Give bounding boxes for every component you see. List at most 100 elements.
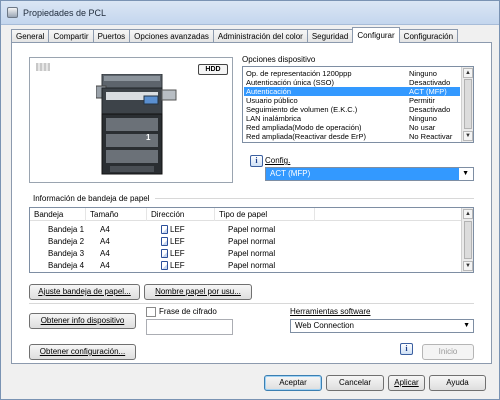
cell-paper-type: Papel normal	[228, 237, 276, 246]
option-name: Autenticación única (SSO)	[246, 78, 334, 87]
cell-paper-type: Papel normal	[228, 225, 276, 234]
paper-tray-label: Información de bandeja de papel	[33, 194, 150, 203]
get-configuration-button[interactable]: Obtener configuración...	[29, 344, 136, 360]
table-row[interactable]: Bandeja 4 A4 LEF Papel normal	[30, 261, 462, 271]
group-divider	[155, 198, 474, 199]
user-paper-name-button[interactable]: Nombre papel por usu...	[144, 284, 252, 300]
printer-preview: HDD 1	[29, 57, 233, 183]
direction-text: LEF	[170, 237, 185, 246]
page-orientation-icon	[161, 225, 168, 234]
option-value: Ninguno	[409, 114, 437, 123]
passphrase-label: Frase de cifrado	[159, 307, 217, 316]
cell-size: A4	[100, 225, 110, 234]
list-item[interactable]: Seguimiento de volumen (E.K.C.) Desactiva…	[244, 105, 460, 114]
option-name: Op. de representación 1200ppp	[246, 69, 352, 78]
option-value: ACT (MFP)	[409, 87, 447, 96]
device-options-list[interactable]: Op. de representación 1200ppp Ninguno Aut…	[242, 66, 474, 143]
direction-text: LEF	[170, 249, 185, 258]
software-tools-select[interactable]: Web Connection ▼	[290, 319, 474, 333]
passphrase-checkbox[interactable]	[146, 307, 156, 317]
scroll-thumb[interactable]	[464, 79, 472, 129]
chevron-down-icon[interactable]: ▼	[463, 320, 470, 332]
window-title: Propiedades de PCL	[23, 7, 107, 18]
list-item[interactable]: Autenticación única (SSO) Desactivado	[244, 78, 460, 87]
cancel-button[interactable]: Cancelar	[326, 375, 384, 391]
scroll-down-icon[interactable]: ▼	[463, 131, 473, 141]
device-options-scrollbar[interactable]: ▲ ▼	[461, 67, 473, 142]
printer-app-icon	[7, 7, 18, 18]
cell-direction: LEF	[161, 249, 185, 259]
start-label: Inicio	[438, 347, 458, 356]
cell-size: A4	[100, 261, 110, 270]
tab-ports[interactable]: Puertos	[92, 29, 131, 43]
passphrase-input[interactable]	[146, 319, 233, 335]
get-device-info-button[interactable]: Obtener info dispositivo	[29, 313, 136, 329]
paper-tray-table[interactable]: Bandeja Tamaño Dirección Tipo de papel B…	[29, 207, 474, 273]
option-value: No usar	[409, 123, 436, 132]
software-tools-value: Web Connection	[295, 321, 354, 330]
option-value: No Reactivar	[409, 132, 453, 141]
hdd-icon: HDD	[198, 64, 228, 75]
section-divider	[29, 303, 474, 304]
tab-general[interactable]: General	[11, 29, 50, 43]
scroll-thumb[interactable]	[464, 221, 472, 259]
table-row[interactable]: Bandeja 3 A4 LEF Papel normal	[30, 249, 462, 259]
page-orientation-icon	[161, 261, 168, 270]
config-value: ACT (MFP)	[270, 169, 311, 178]
table-row[interactable]: Bandeja 1 A4 LEF Papel normal	[30, 225, 462, 235]
column-header-direction[interactable]: Dirección	[147, 208, 215, 221]
cell-tray: Bandeja 2	[48, 237, 85, 246]
option-value: Permitir	[409, 96, 435, 105]
tray-number-label: 1	[146, 133, 151, 142]
option-name: LAN inalámbrica	[246, 114, 302, 123]
option-name: Red ampliada(Modo de operación)	[246, 123, 362, 132]
cell-direction: LEF	[161, 237, 185, 247]
hdd-label: HDD	[205, 66, 221, 73]
chevron-down-icon: ▼	[462, 170, 469, 177]
title-bar[interactable]: Propiedades de PCL	[1, 1, 499, 25]
ok-button[interactable]: Aceptar	[264, 375, 322, 391]
option-value: Desactivado	[409, 78, 451, 87]
column-header-size[interactable]: Tamaño	[86, 208, 147, 221]
info-icon[interactable]: i	[400, 343, 413, 355]
apply-button[interactable]: Aplicar	[388, 375, 425, 391]
help-label: Ayuda	[446, 378, 469, 387]
tab-security[interactable]: Seguridad	[306, 29, 354, 43]
tab-settings[interactable]: Configuración	[398, 29, 459, 43]
help-button[interactable]: Ayuda	[429, 375, 486, 391]
scroll-up-icon[interactable]: ▲	[463, 209, 473, 219]
paper-tray-scrollbar[interactable]: ▲ ▼	[461, 208, 473, 272]
list-item[interactable]: Red ampliada(Reactivar desde ErP) No Reac…	[244, 132, 460, 141]
tab-sharing[interactable]: Compartir	[48, 29, 94, 43]
device-options-label: Opciones dispositivo	[242, 55, 316, 64]
scroll-down-icon[interactable]: ▼	[463, 261, 473, 271]
list-item[interactable]: Red ampliada(Modo de operación) No usar	[244, 123, 460, 132]
column-header-tray[interactable]: Bandeja	[30, 208, 86, 221]
get-device-info-label: Obtener info dispositivo	[40, 316, 125, 325]
list-item-selected[interactable]: Autenticación ACT (MFP)	[244, 87, 460, 96]
tab-color-management[interactable]: Administración del color	[212, 29, 308, 43]
cell-size: A4	[100, 237, 110, 246]
ok-label: Aceptar	[279, 378, 307, 387]
table-row[interactable]: Bandeja 2 A4 LEF Papel normal	[30, 237, 462, 247]
start-button[interactable]: Inicio	[422, 344, 474, 360]
list-item[interactable]: LAN inalámbrica Ninguno	[244, 114, 460, 123]
config-select[interactable]: ACT (MFP) ▼	[265, 167, 474, 181]
tab-advanced[interactable]: Opciones avanzadas	[129, 29, 214, 43]
adjust-paper-tray-button[interactable]: Ajuste bandeja de papel...	[29, 284, 140, 300]
tab-configure[interactable]: Configurar	[352, 27, 400, 43]
scroll-up-icon[interactable]: ▲	[463, 68, 473, 78]
cell-paper-type: Papel normal	[228, 261, 276, 270]
page-orientation-icon	[161, 249, 168, 258]
software-tools-label: Herramientas software	[290, 307, 371, 316]
printer-properties-window: Propiedades de PCL General Compartir Pue…	[0, 0, 500, 400]
cell-size: A4	[100, 249, 110, 258]
list-item[interactable]: Usuario público Permitir	[244, 96, 460, 105]
info-icon[interactable]: i	[250, 155, 263, 167]
list-item[interactable]: Op. de representación 1200ppp Ninguno	[244, 69, 460, 78]
column-header-paper-type[interactable]: Tipo de papel	[215, 208, 315, 221]
user-paper-name-label: Nombre papel por usu...	[155, 287, 241, 296]
cell-paper-type: Papel normal	[228, 249, 276, 258]
option-value: Desactivado	[409, 105, 451, 114]
model-name-blurred	[36, 63, 50, 71]
